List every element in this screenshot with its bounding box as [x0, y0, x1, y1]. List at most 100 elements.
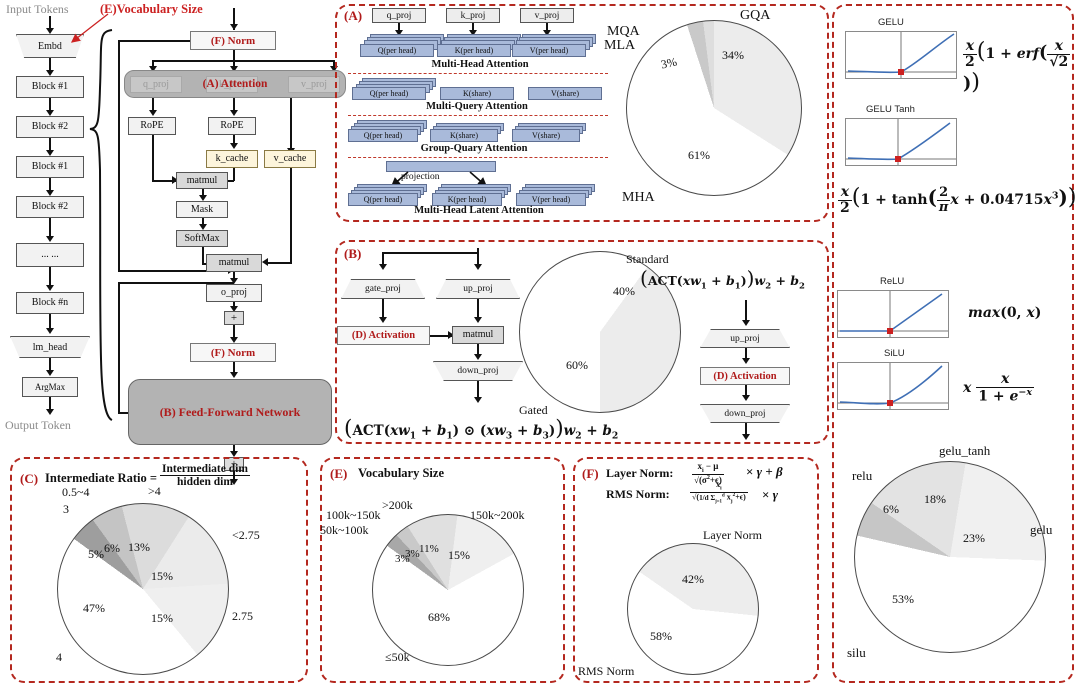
label: Q(per head) — [363, 195, 403, 204]
panel-b-activation: (D) Activation — [337, 326, 430, 345]
residual-add-1: + — [224, 311, 244, 325]
vocab-callout-label: (E)Vocabulary Size — [100, 2, 203, 16]
fraction-numerator: Intermediate dim — [160, 463, 250, 477]
label: Q(per head) — [369, 89, 409, 98]
node-block-1a: Block #1 — [16, 76, 84, 98]
gelu-tanh-plot — [845, 118, 957, 166]
gate-proj: gate_proj — [341, 279, 425, 299]
add-1-label: + — [230, 312, 238, 324]
norm-value-rms: 58% — [650, 629, 672, 643]
node-block-n: Block #n — [16, 292, 84, 314]
relu-title: ReLU — [880, 276, 905, 287]
ffn-pie-label-standard: Standard — [626, 252, 669, 266]
ffn-label: (B) Feed-Forward Network — [159, 404, 301, 419]
label: down_proj — [457, 366, 499, 376]
rope-left: RoPE — [128, 117, 176, 135]
label: up_proj — [730, 333, 760, 344]
matmul-2-label: matmul — [218, 257, 250, 268]
o-proj: o_proj — [206, 284, 262, 302]
node-label: ArgMax — [34, 381, 66, 392]
act-value-silu: 53% — [892, 592, 914, 606]
label: K(per head) — [447, 195, 487, 204]
node-argmax: ArgMax — [22, 377, 78, 397]
mla-projection-label: projection — [401, 172, 440, 182]
std-down-proj: down_proj — [700, 404, 790, 423]
ratio-label-275: 2.75 — [232, 609, 253, 623]
label: K(share) — [450, 131, 478, 140]
panel-b-matmul: matmul — [452, 326, 504, 344]
label: v_proj — [534, 10, 560, 21]
gelu-formula: x 2 (1 + erf(x √2)) — [963, 37, 1071, 96]
mask: Mask — [176, 201, 228, 218]
ratio-label-gt4: >4 — [148, 484, 161, 498]
vocab-value-15: 15% — [448, 548, 470, 562]
panel-a-q-proj: q_proj — [372, 8, 426, 23]
node-label: Block #1 — [31, 81, 69, 92]
panel-a-tag: (A) — [344, 8, 363, 23]
rope-right: RoPE — [208, 117, 256, 135]
ratio-value-15b: 15% — [151, 611, 173, 625]
norm-top: (F) Norm — [190, 31, 276, 50]
vocab-label-le50k: ≤50k — [385, 650, 410, 664]
norm-label-rms: RMS Norm — [578, 664, 635, 678]
gqa-caption: Group-Quary Attention — [420, 143, 528, 154]
label: K(share) — [463, 89, 491, 98]
k-cache-label: k_cache — [215, 153, 249, 164]
k-cache: k_cache — [206, 150, 258, 168]
mask-label: Mask — [190, 203, 214, 215]
panel-e-tag: (E) — [330, 466, 348, 481]
label: gate_proj — [365, 284, 401, 294]
ratio-label-4: 4 — [56, 650, 62, 664]
label: q_proj — [386, 10, 412, 21]
label: (D) Activation — [713, 370, 777, 382]
attention-pie-label-mha: MHA — [622, 190, 655, 205]
layer-norm-label: Layer Norm: — [606, 466, 674, 480]
label: Q(per head) — [377, 46, 417, 55]
standard-formula: (ACT(xw1 + b1))w2 + b2 — [640, 266, 805, 292]
norm-value-layer: 42% — [682, 572, 704, 586]
gelu-plot — [845, 31, 957, 79]
ratio-label-05to4: 0.5~4 — [62, 485, 90, 499]
matmul-1: matmul — [176, 172, 228, 189]
node-label: Block #n — [31, 297, 69, 308]
attention-pie-value-mha: 61% — [688, 148, 710, 162]
label: V(per head) — [531, 195, 571, 204]
act-label-gelu-tanh: gelu_tanh — [939, 443, 991, 458]
vocabulary-size-pie — [372, 514, 524, 666]
gelu-tanh-formula: x 2 (1 + tanh(2 π x + 0.04715x3)) — [838, 183, 1077, 216]
mla-caption: Multi-Head Latent Attention — [414, 205, 544, 216]
panel-e-title: Vocabulary Size — [358, 466, 444, 480]
v-cache-label: v_cache — [273, 153, 307, 164]
mha-caption: Multi-Head Attention — [431, 59, 529, 70]
silu-title: SiLU — [884, 348, 905, 359]
ratio-value-6: 6% — [104, 541, 120, 555]
vocab-label-100to150k: 100k~150k — [326, 508, 381, 522]
label: K(per head) — [454, 46, 494, 55]
act-label-gelu: gelu — [1030, 522, 1053, 537]
gelu-title: GELU — [878, 17, 904, 28]
layer-norm-tail: × γ + β — [746, 464, 783, 479]
label: Q(per head) — [363, 131, 403, 140]
node-block-1b: Block #1 — [16, 156, 84, 178]
panel-f-tag: (F) — [582, 466, 599, 481]
ratio-label-3: 3 — [63, 502, 69, 516]
attention-pie — [626, 20, 802, 196]
softmax: SoftMax — [176, 230, 228, 247]
node-label: Block #2 — [31, 201, 69, 212]
relu-formula: max(0, x) — [968, 305, 1042, 321]
output-token-label: Output Token — [5, 418, 71, 432]
node-block-2a: Block #2 — [16, 116, 84, 138]
label: up_proj — [463, 284, 493, 294]
act-value-relu: 6% — [883, 502, 899, 516]
attention-pie-label-gqa: GQA — [740, 8, 771, 23]
rms-norm-formula: xi √(1/d Σj=1d xj2+ϵ) — [690, 480, 748, 505]
silu-plot — [837, 362, 949, 410]
vocab-label-50to100k: 50k~100k — [320, 523, 369, 537]
act-label-silu: silu — [847, 645, 866, 660]
gated-formula: (ACT(xw1 + b1) ⊙ (xw3 + b3))w2 + b2 — [344, 416, 619, 442]
vocab-value-11: 11% — [419, 543, 439, 555]
matmul-1-label: matmul — [186, 174, 218, 186]
panel-b-tag: (B) — [344, 246, 362, 261]
ratio-value-15a: 15% — [151, 569, 173, 583]
panel-a-k-proj: k_proj — [446, 8, 500, 23]
